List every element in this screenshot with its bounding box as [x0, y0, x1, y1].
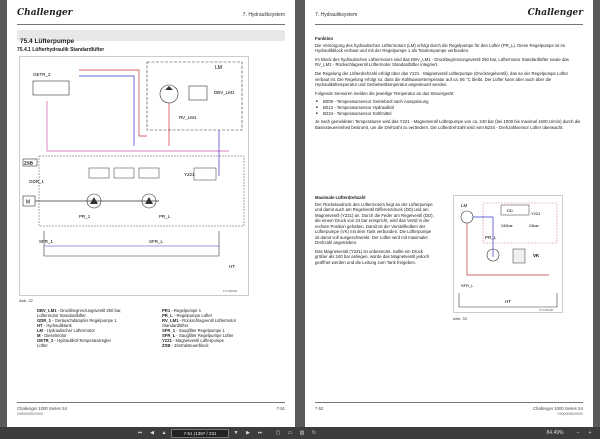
figure-caption: Abb. 33	[453, 316, 467, 321]
paragraph: Je nach gemeldeten Temperaturen wird das…	[315, 119, 581, 130]
chapter-title: 7. Hydrauliksystem	[315, 12, 358, 18]
funktion-heading: Funktion	[315, 36, 334, 41]
sfr1-label: SFR_1	[39, 239, 54, 244]
body-text: Funktion Die Versorgung des hydraulische…	[315, 36, 583, 133]
page-header: 7. Hydrauliksystem Challenger	[315, 4, 583, 25]
ht-label: HT	[505, 299, 511, 304]
figure-code: FTC00000	[539, 308, 554, 312]
paragraph: Das Magnetventil (Y221) ist unbestromt. …	[315, 248, 430, 265]
prl-label: PR_L	[159, 214, 171, 219]
legend-text: - Hydrauliköl-Temperaturregler	[53, 338, 112, 343]
page-down-icon[interactable]: ▼	[232, 429, 240, 437]
page-header: Challenger 7. Hydrauliksystem	[17, 4, 285, 25]
legend-left-column: DBV_LM1 - Druckbegrenzungsventil 250 bar…	[37, 308, 152, 348]
paragraph: Der Rückstaudruck des Lüftermotors liegt…	[315, 201, 434, 246]
paragraph: Im Block des hydraulischen Lüftermotors …	[315, 56, 569, 68]
page-number: 7-51	[276, 406, 285, 411]
subsection-title: 75.4.1 Lüfterhydraulik Standardlüfter	[17, 47, 105, 53]
legend-item: ZSB - Zentralsteuerblock	[162, 343, 277, 348]
rv-label: RV_LM1	[179, 115, 197, 120]
two-page-icon[interactable]: ▥	[298, 429, 306, 437]
pressure-24-label: 24bar	[529, 224, 539, 228]
max-heading: Maximale Lüfterdrehzahl	[315, 195, 366, 200]
hydraulic-schematic: LM DBV_LM1 RV_LM1 OETR_2 ZSB GDR_1 Y221 …	[19, 56, 249, 296]
legend-right-column: PR1 - Regelpumpe 1 PR_L - Regelpumpe Lüft…	[162, 308, 277, 348]
y221-label: Y221	[531, 211, 541, 216]
fit-page-icon[interactable]: ▢	[274, 429, 282, 437]
legend-text: Lüfter	[37, 343, 48, 348]
first-page-icon[interactable]: ⏮	[136, 429, 144, 437]
last-page-icon[interactable]: ⏭	[256, 429, 264, 437]
section-title: 75.4 Lüfterpumpe	[20, 38, 75, 45]
y221-label: Y221	[184, 172, 195, 177]
pressure-240-label: 240bar	[501, 224, 514, 228]
ht-label: HT	[229, 264, 235, 269]
page-number: 7-52	[315, 406, 324, 411]
brand-logo: Challenger	[527, 8, 583, 18]
brand-logo: Challenger	[17, 8, 73, 18]
m-label: M	[26, 200, 30, 206]
pr1-label: PR_1	[79, 214, 91, 219]
prl-label: PR_L	[485, 235, 497, 240]
gdr-label: GDR_1	[29, 179, 45, 184]
vk-label: VK	[533, 253, 540, 258]
left-page: Challenger 7. Hydrauliksystem 75.4 Lüfte…	[7, 0, 295, 427]
sensor-list: B009 - Temperatursensor Getriebeöl nach …	[315, 99, 583, 116]
dd-label: DD	[507, 208, 513, 213]
lm-label: LM	[215, 65, 222, 71]
max-speed-text: Maximale Lüfterdrehzahl Der Rückstaudruc…	[315, 195, 435, 268]
footer-doc-number: X990005520000	[17, 412, 43, 416]
rotate-icon[interactable]: ↻	[310, 429, 318, 437]
legend-item: Lüfter	[37, 343, 152, 348]
page-footer: Challenger 1000 Series S4 X990005520000 …	[17, 402, 285, 419]
zoom-out-icon[interactable]: −	[574, 429, 582, 437]
oetr-label: OETR_2	[33, 72, 51, 77]
prev-page-icon[interactable]: ◀	[148, 429, 156, 437]
footer-title: Challenger 1000 Series S4	[532, 406, 583, 411]
chapter-title: 7. Hydrauliksystem	[242, 12, 285, 18]
zsb-label: ZSB	[24, 161, 34, 166]
dbv-label: DBV_LM1	[214, 90, 235, 95]
page-up-icon[interactable]: ▲	[160, 429, 168, 437]
right-page: 7. Hydrauliksystem Challenger Funktion D…	[305, 0, 593, 427]
page-number-input[interactable]: 7-51 (1397 / 231	[171, 429, 229, 438]
footer-title: Challenger 1000 Series S4	[17, 406, 68, 411]
sfrl-label: SFR_L	[461, 283, 474, 288]
zoom-in-icon[interactable]: +	[586, 429, 594, 437]
legend-text: - Zentralsteuerblock	[170, 343, 209, 348]
paragraph: Die Regelung der Lüfterdrehzahl erfolgt …	[315, 70, 569, 88]
page-footer: 7-52 Challenger 1000 Series S4 X99000552…	[315, 402, 583, 419]
lm-label: LM	[461, 203, 468, 208]
figure-caption: Abb. 32	[19, 298, 33, 303]
paragraph: Die Versorgung des hydraulischen Lüfterm…	[315, 42, 566, 54]
fan-pump-schematic: LM DD Y221 240bar 24bar PR_L VK SFR_L HT…	[453, 195, 563, 313]
zoom-level[interactable]: 84.49%	[540, 429, 570, 437]
paragraph: Folgende Sensoren melden die jeweilige T…	[315, 90, 455, 96]
footer-doc-number: X990005520000	[557, 412, 583, 416]
figure-code: FTC00000	[223, 289, 238, 293]
next-page-icon[interactable]: ▶	[244, 429, 252, 437]
fit-width-icon[interactable]: ▭	[286, 429, 294, 437]
viewer-toolbar: ⏮ ◀ ▲ 7-51 (1397 / 231 ▼ ▶ ⏭ ▢ ▭ ▥ ↻ 84.…	[0, 427, 600, 439]
list-item: B234 - Temperatursensor Kühlmittel	[316, 111, 583, 117]
section-title-bar: 75.4 Lüfterpumpe	[17, 30, 285, 45]
sfrl-label: SFR_L	[149, 239, 164, 244]
